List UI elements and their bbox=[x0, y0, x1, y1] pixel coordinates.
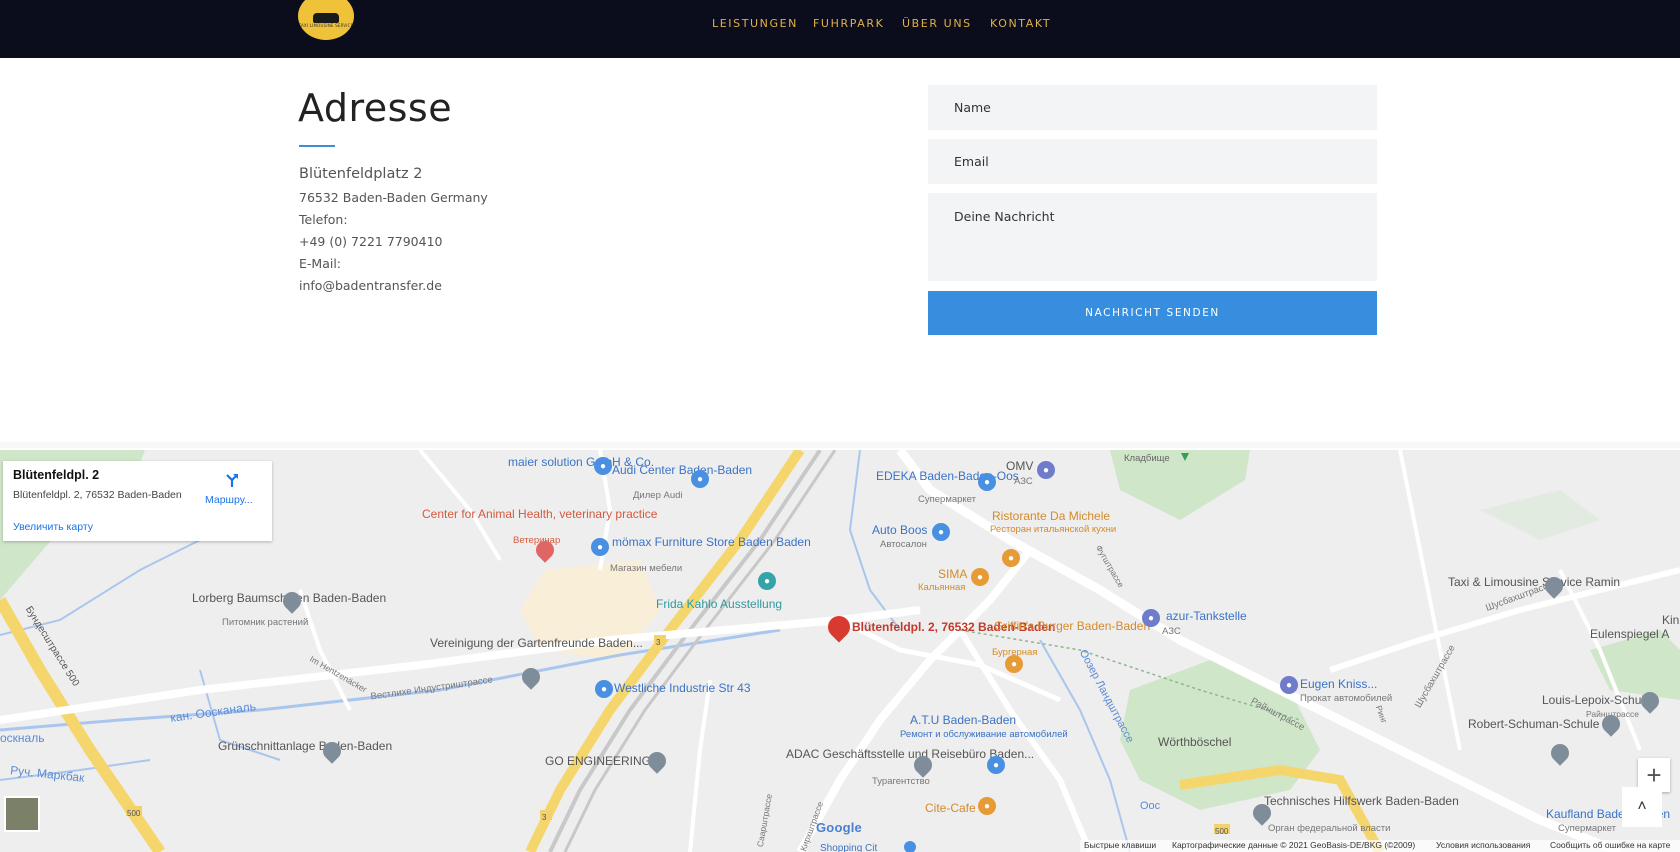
label-auto-boos-sub: Автосалон bbox=[880, 539, 927, 550]
email-placeholder: Email bbox=[954, 154, 989, 169]
cafe-pin-icon[interactable]: ● bbox=[978, 797, 996, 815]
label-eulenspiegel[interactable]: Eulenspiegel A bbox=[1590, 628, 1669, 641]
title-underline bbox=[299, 145, 335, 147]
label-sima-sub: Кальянная bbox=[918, 582, 966, 593]
nav-kontakt[interactable]: KONTAKT bbox=[990, 17, 1051, 30]
message-field[interactable]: Deine Nachricht bbox=[928, 193, 1377, 281]
label-eugen-sub: Прокат автомобилей bbox=[1300, 693, 1393, 704]
info-card-address: Blütenfeldpl. 2, 76532 Baden-Baden bbox=[13, 489, 182, 501]
label-auto-boos[interactable]: Auto Boos bbox=[872, 524, 927, 537]
label-atu-sub: Ремонт и обслуживание автомобилей bbox=[900, 729, 1068, 740]
top-navbar: TAXI LIMOUSINE SERVICE LEISTUNGEN FUHRPA… bbox=[0, 0, 1680, 58]
shopping-pin-icon[interactable] bbox=[904, 841, 916, 852]
footer-map-data: Картографические данные © 2021 GeoBasis-… bbox=[1172, 840, 1416, 850]
nav-ueber-uns[interactable]: ÜBER UNS bbox=[902, 17, 972, 30]
label-gruenschnitt[interactable]: Grünschnittanlage Baden-Baden bbox=[218, 740, 392, 753]
contact-section bbox=[0, 58, 1680, 448]
supermarket-pin-icon[interactable]: ● bbox=[978, 473, 996, 491]
label-eugen[interactable]: Eugen Kniss... bbox=[1300, 678, 1377, 691]
label-worthboschel: Wörthböschel bbox=[1158, 735, 1232, 749]
label-omv[interactable]: OMV bbox=[1006, 460, 1033, 473]
enlarge-map-link[interactable]: Увеличить карту bbox=[13, 521, 93, 533]
phone-number: +49 (0) 7221 7790410 bbox=[299, 234, 443, 249]
email-label: E-Mail: bbox=[299, 256, 342, 271]
label-atu[interactable]: A.T.U Baden-Baden bbox=[910, 714, 1016, 727]
nav-leistungen[interactable]: LEISTUNGEN bbox=[712, 17, 798, 30]
label-momax-sub: Магазин мебели bbox=[610, 563, 683, 574]
furniture-pin-icon[interactable]: ● bbox=[591, 538, 609, 556]
address-title: Adresse bbox=[298, 86, 453, 130]
label-lorberg-sub: Питомник растений bbox=[222, 617, 309, 628]
car-rental-pin-icon[interactable]: ● bbox=[1280, 676, 1298, 694]
directions-icon[interactable] bbox=[223, 471, 241, 489]
label-schuman[interactable]: Robert-Schuman-Schule bbox=[1468, 718, 1599, 731]
footer-terms[interactable]: Условия использования bbox=[1436, 840, 1530, 850]
address-city: 76532 Baden-Baden Germany bbox=[299, 190, 488, 205]
car-dealer-pin-icon[interactable]: ● bbox=[691, 470, 709, 488]
main-nav: LEISTUNGEN FUHRPARK ÜBER UNS KONTAKT bbox=[0, 17, 1680, 33]
map-info-card: Blütenfeldpl. 2 Blütenfeldpl. 2, 76532 B… bbox=[3, 461, 272, 541]
label-azur[interactable]: azur-Tankstelle bbox=[1166, 610, 1247, 623]
shield-3: 3 bbox=[656, 638, 661, 647]
label-westliche[interactable]: Westliche Industrie Str 43 bbox=[614, 682, 751, 695]
satellite-toggle[interactable] bbox=[4, 796, 40, 832]
restaurant-pin-icon[interactable]: ● bbox=[1002, 549, 1020, 567]
address-street: Blütenfeldplatz 2 bbox=[299, 166, 423, 182]
footer-report-error[interactable]: Сообщить об ошибке на карте bbox=[1550, 840, 1670, 850]
label-audi[interactable]: Audi Center Baden-Baden bbox=[612, 464, 752, 477]
label-azur-sub: АЗС bbox=[1162, 626, 1181, 637]
gas-station-pin-icon[interactable]: ● bbox=[1037, 461, 1055, 479]
car-repair-pin-icon[interactable]: ● bbox=[987, 756, 1005, 774]
label-kaufland-sub: Супермаркет bbox=[1558, 823, 1617, 834]
label-cemetery: Кладбище bbox=[1124, 453, 1170, 464]
shield-500-b: 500 bbox=[1215, 827, 1229, 836]
label-momax[interactable]: mömax Furniture Store Baden Baden bbox=[612, 536, 811, 549]
label-kin[interactable]: Kin bbox=[1662, 614, 1679, 627]
label-frida[interactable]: Frida Kahlo Ausstellung bbox=[656, 598, 782, 611]
label-animal-health[interactable]: Center for Animal Health, veterinary pra… bbox=[422, 508, 657, 521]
label-thw[interactable]: Technisches Hilfswerk Baden-Baden bbox=[1264, 795, 1459, 808]
name-placeholder: Name bbox=[954, 100, 991, 115]
label-vereinigung[interactable]: Vereinigung der Gartenfreunde Baden... bbox=[430, 637, 643, 650]
burger-pin-icon[interactable]: ● bbox=[1005, 655, 1023, 673]
label-ristorante-sub: Ресторан итальянской кухни bbox=[990, 524, 1117, 535]
label-griffins[interactable]: Griffin's Burger Baden-Baden bbox=[994, 620, 1150, 633]
label-go-engineering[interactable]: GO ENGINEERING bbox=[545, 755, 651, 768]
message-placeholder: Deine Nachricht bbox=[954, 209, 1055, 224]
nav-fuhrpark[interactable]: FUHRPARK bbox=[813, 17, 884, 30]
footer-shortcuts[interactable]: Быстрые клавиши bbox=[1084, 840, 1156, 850]
label-omv-sub: АЗС bbox=[1014, 476, 1033, 487]
send-message-button[interactable]: NACHRICHT SENDEN bbox=[928, 291, 1377, 335]
label-edeka[interactable]: EDEKA Baden-Baden-Oos bbox=[876, 470, 1019, 483]
hookah-pin-icon[interactable]: ● bbox=[971, 568, 989, 586]
shield-3-b: 3 bbox=[542, 813, 547, 822]
label-thw-sub: Орган федеральной власти bbox=[1268, 823, 1391, 834]
route-link[interactable]: Маршру... bbox=[205, 494, 253, 506]
label-lepoix[interactable]: Louis-Lepoix-Schule bbox=[1542, 694, 1651, 707]
phone-label: Telefon: bbox=[299, 212, 348, 227]
label-adac-sub: Турагентство bbox=[872, 776, 930, 787]
label-ristorante[interactable]: Ristorante Da Michele bbox=[992, 510, 1110, 523]
tankstelle-pin-icon[interactable]: ● bbox=[1142, 609, 1160, 627]
email-field[interactable]: Email bbox=[928, 139, 1377, 184]
label-sima[interactable]: SIMA bbox=[938, 568, 967, 581]
car-showroom-pin-icon[interactable]: ● bbox=[932, 523, 950, 541]
label-cite-cafe[interactable]: Cite-Cafe bbox=[925, 802, 976, 815]
industry-pin-icon[interactable]: ● bbox=[595, 680, 613, 698]
label-shopping[interactable]: Shopping Cit bbox=[820, 842, 877, 852]
label-audi-sub: Дилер Audi bbox=[633, 490, 683, 501]
info-card-title: Blütenfeldpl. 2 bbox=[13, 468, 100, 482]
email-address: info@badentransfer.de bbox=[299, 278, 442, 293]
label-edeka-sub: Супермаркет bbox=[918, 494, 977, 505]
museum-pin-icon[interactable]: ● bbox=[758, 572, 776, 590]
google-logo: Google bbox=[816, 820, 862, 835]
shop-pin-icon[interactable]: ● bbox=[594, 457, 612, 475]
name-field[interactable]: Name bbox=[928, 85, 1377, 130]
shield-500: 500 bbox=[127, 809, 141, 818]
label-canal-2: оскналь bbox=[0, 731, 45, 745]
label-oos: Оос bbox=[1140, 800, 1161, 812]
scroll-top-button[interactable]: ˄ bbox=[1622, 787, 1662, 827]
map-footer: Быстрые клавиши Картографические данные … bbox=[1080, 840, 1680, 852]
